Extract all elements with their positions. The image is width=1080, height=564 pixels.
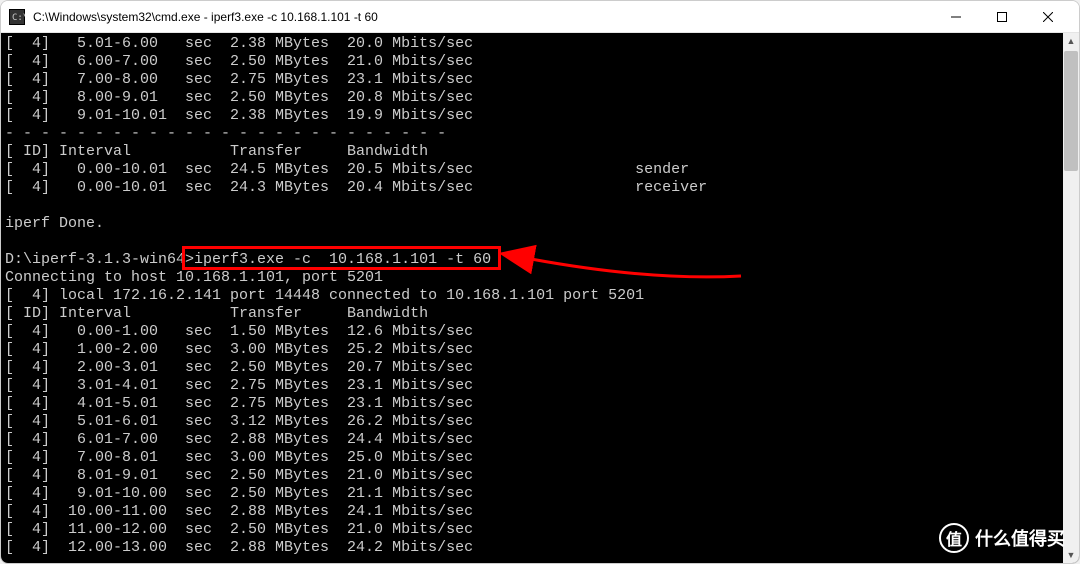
scroll-up-arrow[interactable]: ▲	[1063, 33, 1079, 49]
watermark: 值 什么值得买	[939, 523, 1065, 553]
cmd-icon: C:\	[9, 9, 25, 25]
minimize-button[interactable]	[933, 1, 979, 33]
cmd-window: C:\ C:\Windows\system32\cmd.exe - iperf3…	[0, 0, 1080, 564]
svg-text:C:\: C:\	[12, 13, 25, 23]
terminal-output[interactable]: [ 4] 5.01-6.00 sec 2.38 MBytes 20.0 Mbit…	[1, 33, 1079, 563]
close-button[interactable]	[1025, 1, 1071, 33]
watermark-text: 什么值得买	[975, 525, 1065, 551]
maximize-button[interactable]	[979, 1, 1025, 33]
scroll-down-arrow[interactable]: ▼	[1063, 547, 1079, 563]
vertical-scrollbar[interactable]: ▲ ▼	[1063, 33, 1079, 563]
scrollbar-thumb[interactable]	[1064, 51, 1078, 171]
window-controls	[933, 1, 1071, 33]
window-title: C:\Windows\system32\cmd.exe - iperf3.exe…	[33, 10, 933, 24]
titlebar: C:\ C:\Windows\system32\cmd.exe - iperf3…	[1, 1, 1079, 33]
watermark-icon: 值	[939, 523, 969, 553]
